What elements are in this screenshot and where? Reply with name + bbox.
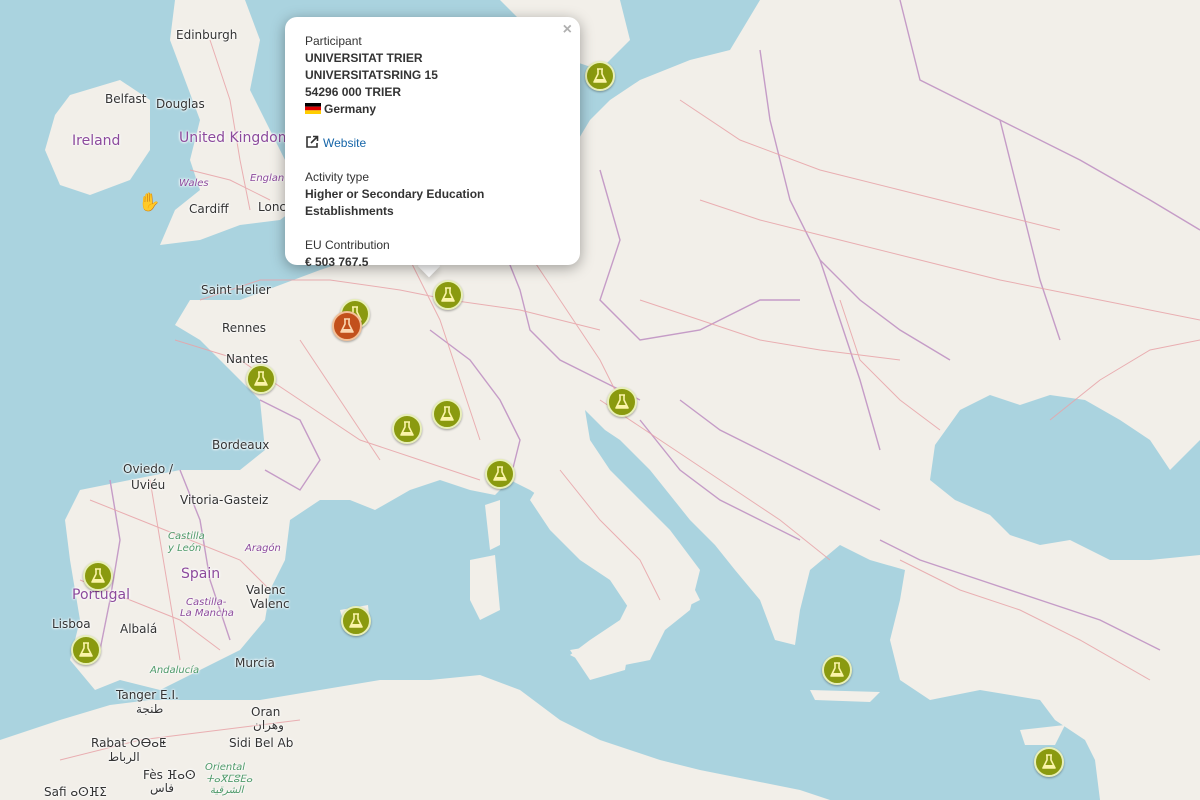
- place-label: Rennes: [222, 321, 267, 335]
- hand-cursor-icon: ✋: [138, 192, 161, 212]
- website-link[interactable]: Website: [305, 135, 560, 152]
- activity-type-label: Activity type: [305, 170, 370, 184]
- country-name: Germany: [324, 102, 377, 116]
- activity-type-value: Higher or Secondary Education Establishm…: [305, 187, 485, 218]
- flask-icon: [493, 466, 507, 481]
- flask-marker[interactable]: [433, 280, 463, 310]
- flask-icon: [91, 568, 105, 583]
- place-label: Fès ⴼⴰⵙ: [143, 768, 196, 782]
- place-label: Spain: [181, 566, 221, 582]
- place-label: Aragón: [245, 543, 281, 554]
- flask-icon: [400, 421, 414, 436]
- flask-marker[interactable]: [71, 635, 101, 665]
- participant-street: UNIVERSITATSRING 15: [305, 68, 438, 82]
- flask-icon: [1042, 754, 1056, 769]
- external-link-icon: [306, 135, 319, 148]
- flask-icon: [340, 318, 354, 333]
- map[interactable]: Edinburgh Belfast Douglas Ireland United…: [0, 0, 1200, 800]
- place-label: Ireland: [72, 133, 121, 149]
- close-icon[interactable]: ×: [563, 21, 572, 39]
- flask-marker[interactable]: [822, 655, 852, 685]
- flask-icon: [593, 68, 607, 83]
- place-label: Rabat ⵔⴱⴰⵟ: [91, 736, 167, 750]
- flask-icon: [830, 662, 844, 677]
- participant-label: Participant: [305, 34, 362, 48]
- basemap: [0, 0, 1200, 800]
- place-label: Englan: [250, 173, 285, 184]
- place-label: Tanger ⴹ.ⵏ.: [116, 688, 179, 702]
- flask-marker[interactable]: [585, 61, 615, 91]
- place-label: Safi ⴰⵙⴼⵉ: [44, 785, 107, 799]
- place-label: Albalá: [120, 622, 158, 636]
- website-link-label[interactable]: Website: [323, 136, 366, 150]
- place-label: La Mancha: [180, 608, 234, 619]
- participant-popup: × Participant UNIVERSITAT TRIER UNIVERSI…: [285, 17, 580, 269]
- flask-icon: [254, 371, 268, 386]
- participant-city: 54296 000 TRIER: [305, 85, 402, 99]
- participant-name: UNIVERSITAT TRIER: [305, 51, 423, 65]
- eu-contribution-value: € 503 767.5: [305, 255, 369, 269]
- place-label: Valenc: [250, 597, 290, 611]
- flask-icon: [615, 394, 629, 409]
- place-label: Castilla-: [186, 597, 227, 608]
- flask-marker-selected[interactable]: [332, 311, 362, 341]
- flask-marker[interactable]: [392, 414, 422, 444]
- place-label: Andalucía: [150, 665, 200, 676]
- place-label: Oran: [251, 705, 281, 719]
- place-label: y León: [168, 543, 202, 554]
- place-label: Wales: [179, 178, 209, 189]
- germany-flag-icon: [305, 103, 321, 114]
- flask-marker[interactable]: [83, 561, 113, 591]
- place-label: Cardiff: [189, 202, 229, 216]
- flask-marker[interactable]: [485, 459, 515, 489]
- place-label: Lisboa: [52, 617, 91, 631]
- flask-icon: [440, 406, 454, 421]
- flask-marker[interactable]: [1034, 747, 1064, 777]
- flask-marker[interactable]: [246, 364, 276, 394]
- place-label: فاس: [150, 781, 175, 795]
- flask-icon: [441, 287, 455, 302]
- place-label: الشرقية: [210, 785, 244, 796]
- place-label: Bordeaux: [212, 438, 270, 452]
- place-label: Oriental: [205, 762, 246, 773]
- place-label: Edinburgh: [176, 28, 238, 42]
- flask-icon: [79, 642, 93, 657]
- place-label: Belfast: [105, 92, 147, 106]
- place-label: طنجة: [136, 702, 164, 716]
- participant-country: Germany: [305, 101, 560, 118]
- place-label: وهران: [253, 718, 284, 732]
- flask-marker[interactable]: [607, 387, 637, 417]
- place-label: ⵜⴰⴳⵎⵓⴹⴰ: [206, 774, 253, 785]
- flask-marker[interactable]: [341, 606, 371, 636]
- place-label: Castilla: [168, 531, 205, 542]
- place-label: Saint Helier: [201, 283, 271, 297]
- place-label: Vitoria-Gasteiz: [180, 493, 269, 507]
- flask-marker[interactable]: [432, 399, 462, 429]
- place-label: Lonc: [258, 200, 287, 214]
- place-label: United Kingdom: [179, 130, 292, 146]
- flask-icon: [349, 613, 363, 628]
- place-label: Murcia: [235, 656, 275, 670]
- place-label: Uviéu: [131, 478, 166, 492]
- place-label: Douglas: [156, 97, 205, 111]
- place-label: Valenc: [246, 583, 286, 597]
- place-label: الرباط: [108, 750, 140, 764]
- place-label: Sidi Bel Ab: [229, 736, 294, 750]
- eu-contribution-label: EU Contribution: [305, 238, 390, 252]
- place-label: Oviedo /: [123, 462, 174, 476]
